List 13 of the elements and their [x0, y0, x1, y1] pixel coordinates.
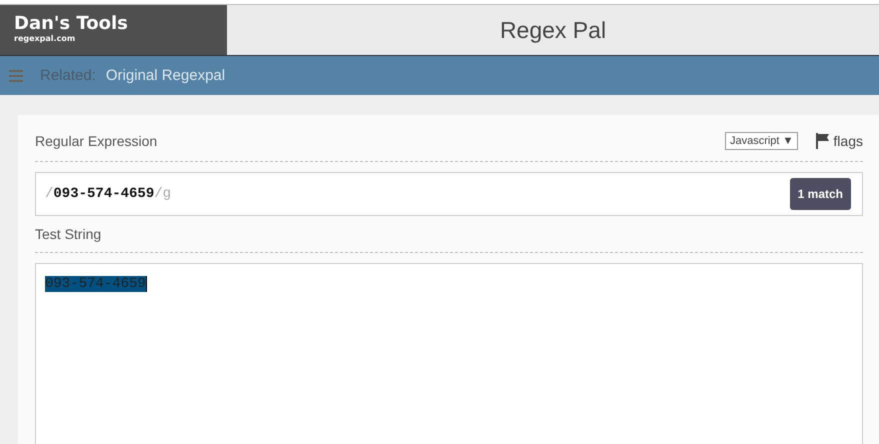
match-count-badge: 1 match — [790, 178, 851, 210]
logo-title: Dan's Tools — [14, 14, 129, 34]
flags-button[interactable]: flags — [816, 133, 863, 149]
flag-icon — [816, 133, 830, 149]
logo-subtitle: regexpal.com — [14, 34, 76, 43]
section-label: Test String — [35, 226, 102, 242]
regex-field[interactable]: /093-574-4659/g 1 match — [35, 172, 863, 216]
page-title: Regex Pal — [500, 16, 606, 44]
related-label: Related: — [40, 67, 96, 84]
test-string-text: 093-574-4659 — [45, 276, 147, 292]
menu-icon[interactable] — [9, 70, 23, 82]
section-label: Regular Expression — [35, 133, 158, 149]
flavor-dropdown[interactable]: Javascript ▼ — [724, 132, 798, 150]
